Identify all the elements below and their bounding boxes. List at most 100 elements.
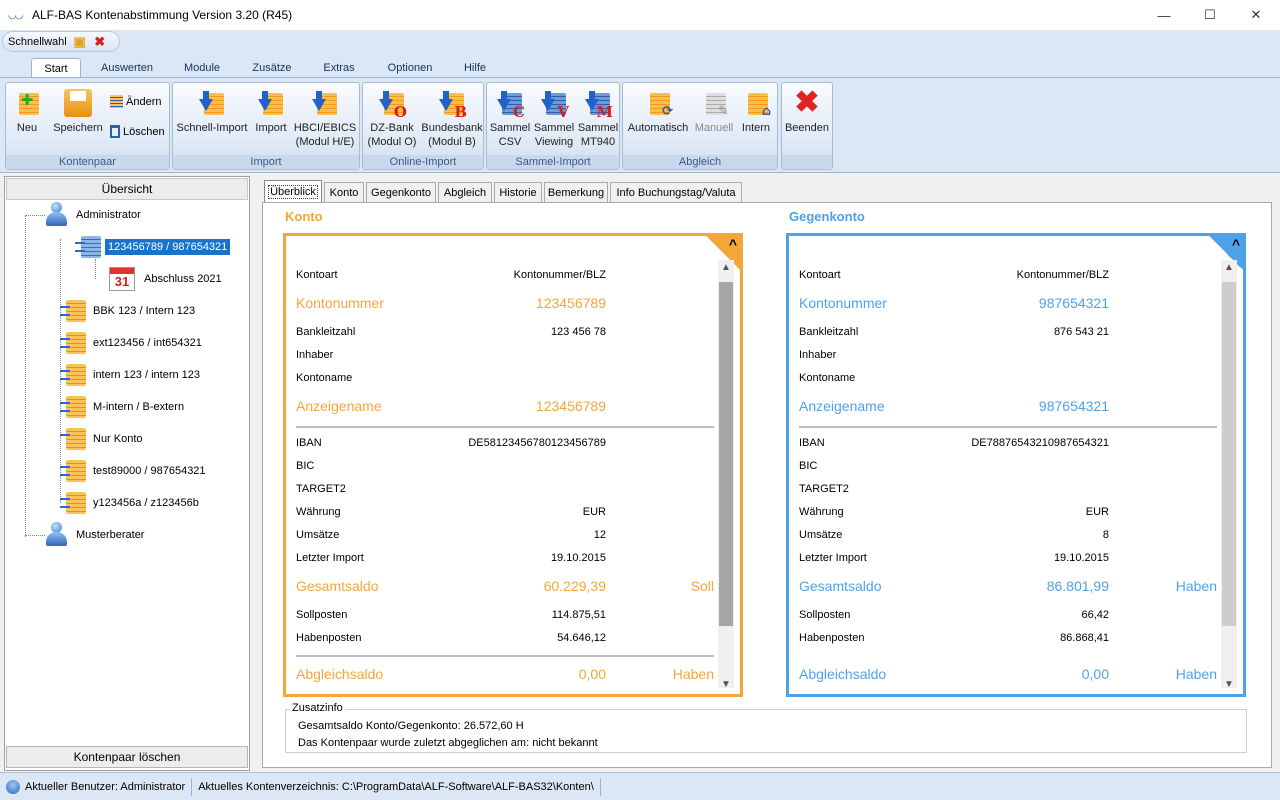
label: TARGET2 — [799, 483, 849, 495]
dz-bank-button[interactable]: O DZ-Bank (Modul O) — [365, 87, 419, 149]
status-user-text: Aktueller Benutzer: Administrator — [25, 780, 186, 793]
kontenpaar-loeschen-button[interactable]: Kontenpaar löschen — [6, 746, 248, 768]
row-waehrung: Währung EUR — [296, 503, 706, 523]
tree-node-account[interactable]: y123456a / z123456b — [60, 491, 202, 515]
tree-node-label: y123456a / z123456b — [93, 497, 199, 509]
value: 8 — [1102, 529, 1109, 541]
account-pair-icon — [60, 460, 86, 482]
scroll-up-icon[interactable]: ▲ — [718, 262, 734, 273]
new-account-icon: ✚ — [12, 87, 42, 119]
overview-panel: Übersicht Administrator 123456789 / 9876… — [4, 176, 250, 771]
row-sollposten: Sollposten 114.875,51 — [296, 606, 706, 626]
label: Letzter Import — [296, 552, 364, 564]
vertical-scrollbar[interactable]: ▲ ▼ — [718, 260, 734, 690]
ribbon-tab-start[interactable]: Start — [31, 58, 81, 79]
tab-abgleich[interactable]: Abgleich — [438, 182, 492, 202]
speichern-button[interactable]: Speichern — [50, 87, 106, 135]
tab-konto[interactable]: Konto — [324, 182, 364, 202]
tree-node-musterberater[interactable]: Musterberater — [45, 522, 147, 547]
beenden-button[interactable]: ✖ Beenden — [784, 87, 830, 135]
maximize-icon[interactable]: ☐ — [1187, 0, 1233, 30]
bundesbank-button[interactable]: B Bundesbank (Modul B) — [421, 87, 483, 149]
value: 60.229,39 — [543, 578, 606, 594]
ribbon-tab-hilfe[interactable]: Hilfe — [456, 58, 494, 78]
account-pair-icon — [60, 300, 86, 322]
intern-button[interactable]: ⌂ Intern — [737, 87, 775, 135]
ribbon-tab-zusaetze[interactable]: Zusätze — [244, 58, 300, 78]
scroll-thumb[interactable] — [719, 282, 733, 626]
auto-reconcile-icon: ⟳ — [643, 87, 673, 119]
loeschen-button[interactable]: Löschen — [110, 125, 165, 138]
ribbon-tab-auswerten[interactable]: Auswerten — [92, 58, 162, 78]
dz-bank-icon: O — [377, 87, 407, 120]
row-target2: TARGET2 — [296, 480, 706, 500]
aendern-button[interactable]: Ändern — [110, 95, 161, 108]
save-icon[interactable]: ▣ — [73, 34, 87, 49]
group-label-online: Online-Import — [363, 155, 483, 169]
tree-node-account[interactable]: BBK 123 / Intern 123 — [60, 299, 198, 323]
tree-node-account[interactable]: M-intern / B-extern — [60, 395, 187, 419]
automatisch-button[interactable]: ⟳ Automatisch — [625, 87, 691, 135]
ribbon-tab-extras[interactable]: Extras — [314, 58, 364, 78]
status-bar: Aktueller Benutzer: Administrator Aktuel… — [0, 772, 1280, 800]
delete-icon[interactable]: ✖ — [93, 34, 107, 49]
tree-line — [25, 215, 26, 537]
value: 876 543 21 — [1053, 326, 1109, 338]
tree-node-account[interactable]: test89000 / 987654321 — [60, 459, 209, 483]
import-button[interactable]: Import — [251, 87, 291, 135]
row-anzeigename: Anzeigename 987654321 — [799, 397, 1209, 417]
tab-gegenkonto[interactable]: Gegenkonto — [366, 182, 436, 202]
tab-historie[interactable]: Historie — [494, 182, 542, 202]
ribbon-tab-module[interactable]: Module — [176, 58, 228, 78]
value: 123 456 78 — [550, 326, 606, 338]
schnell-import-button[interactable]: Schnell-Import — [175, 87, 249, 135]
label: Währung — [799, 506, 844, 518]
close-icon[interactable]: ✕ — [1233, 0, 1279, 30]
scroll-down-icon[interactable]: ▼ — [1221, 679, 1237, 690]
bundesbank-icon: B — [437, 87, 467, 120]
account-tree: Administrator 123456789 / 987654321 31 A… — [5, 202, 249, 742]
intern-reconcile-icon: ⌂ — [741, 87, 771, 119]
group-sammel-import: C Sammel CSV V Sammel Viewing M Sammel M… — [486, 82, 620, 170]
label: IBAN — [799, 437, 825, 449]
hbci-ebics-button[interactable]: HBCI/EBICS (Modul H/E) — [293, 87, 357, 149]
quick-access-label[interactable]: Schnellwahl — [8, 36, 67, 48]
row-bic: BIC — [296, 457, 706, 477]
value: 86.801,99 — [1046, 578, 1109, 594]
row-abgleichsaldo: Abgleichsaldo 0,00 Haben — [296, 665, 714, 685]
neu-button[interactable]: ✚ Neu — [12, 87, 42, 135]
scroll-up-icon[interactable]: ▲ — [1221, 262, 1237, 273]
label: Anzeigename — [799, 398, 885, 414]
value: 54.646,12 — [557, 632, 606, 644]
vertical-scrollbar[interactable]: ▲ ▼ — [1221, 260, 1237, 690]
minimize-icon[interactable]: — — [1141, 0, 1187, 30]
sammel-mt940-button[interactable]: M Sammel MT940 — [577, 87, 619, 149]
tree-node-label: test89000 / 987654321 — [93, 465, 206, 477]
tab-bemerkung[interactable]: Bemerkung — [544, 182, 608, 202]
label: BIC — [296, 460, 315, 472]
label: Abgleichsaldo — [296, 666, 384, 682]
csv-label-2: CSV — [498, 136, 522, 148]
row-anzeigename: Anzeigename 123456789 — [296, 397, 706, 417]
tree-node-account[interactable]: ext123456 / int654321 — [60, 331, 205, 355]
tree-node-abschluss[interactable]: 31 Abschluss 2021 — [109, 267, 225, 291]
side: Haben — [1175, 578, 1217, 594]
quick-access-pill: Schnellwahl ▣ ✖ — [2, 31, 120, 52]
manuell-button[interactable]: ✎ Manuell — [693, 87, 735, 135]
tab-ueberblick[interactable]: Überblick — [264, 180, 322, 202]
scroll-down-icon[interactable]: ▼ — [718, 679, 734, 690]
ribbon-tab-optionen[interactable]: Optionen — [378, 58, 442, 78]
tree-node-administrator[interactable]: Administrator — [45, 202, 144, 227]
tree-node-account[interactable]: Nur Konto — [60, 427, 146, 451]
scroll-thumb[interactable] — [1222, 282, 1236, 626]
user-status-icon — [6, 779, 20, 794]
tree-node-account-selected[interactable]: 123456789 / 987654321 — [75, 235, 231, 259]
sammel-csv-button[interactable]: C Sammel CSV — [489, 87, 531, 149]
tab-info-buchungstag[interactable]: Info Buchungstag/Valuta — [610, 182, 742, 202]
value: 19.10.2015 — [1053, 552, 1109, 564]
tree-node-account[interactable]: intern 123 / intern 123 — [60, 363, 203, 387]
tree-node-label: 123456789 / 987654321 — [105, 239, 231, 255]
label: Kontoart — [296, 269, 338, 281]
sammel-viewing-button[interactable]: V Sammel Viewing — [533, 87, 575, 149]
divider — [296, 426, 714, 428]
